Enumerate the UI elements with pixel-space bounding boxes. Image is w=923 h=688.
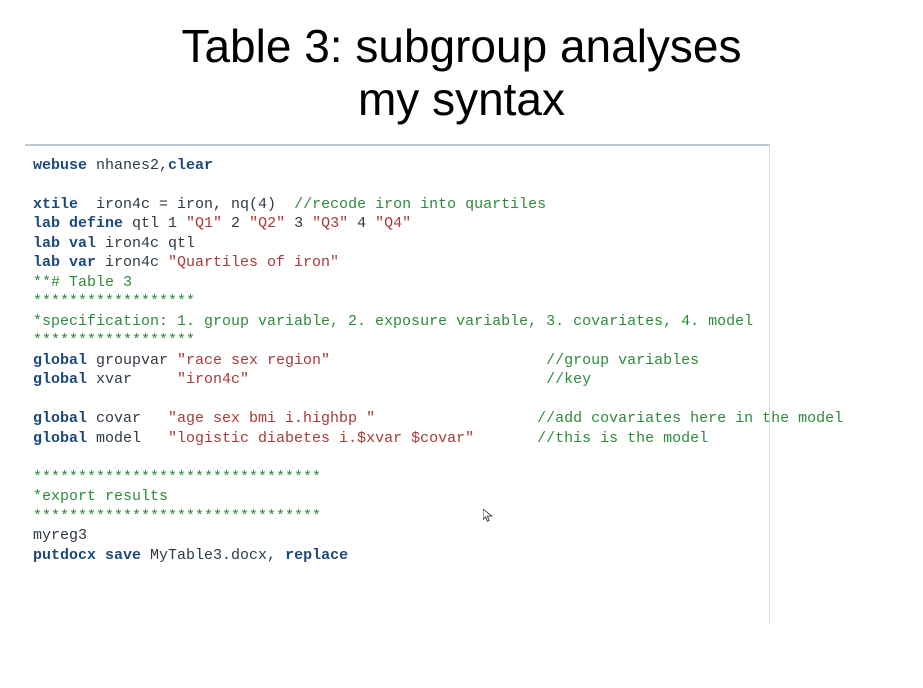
code-line-9: ****************** (33, 332, 195, 349)
code-line-4: lab val iron4c qtl (33, 235, 195, 252)
code-line-16: ******************************** (33, 508, 321, 525)
code-line-3: lab define qtl 1 "Q1" 2 "Q2" 3 "Q3" 4 "Q… (33, 215, 411, 232)
slide-title: Table 3: subgroup analyses my syntax (0, 0, 923, 136)
code-line-5: lab var iron4c "Quartiles of iron" (33, 254, 339, 271)
code-line-2: xtile iron4c = iron, nq(4) //recode iron… (33, 196, 546, 213)
code-line-15: *export results (33, 488, 168, 505)
code-editor: webuse nhanes2,clear xtile iron4c = iron… (25, 144, 770, 626)
title-line-1: Table 3: subgroup analyses (181, 20, 741, 72)
code-line-1: webuse nhanes2,clear (33, 157, 213, 174)
code-line-10: global groupvar "race sex region" //grou… (33, 352, 699, 369)
code-line-14: ******************************** (33, 469, 321, 486)
code-line-18: putdocx save MyTable3.docx, replace (33, 547, 348, 564)
code-line-7: ****************** (33, 293, 195, 310)
code-line-6: **# Table 3 (33, 274, 132, 291)
code-line-11: global xvar "iron4c" //key (33, 371, 591, 388)
code-line-13: global model "logistic diabetes i.$xvar … (33, 430, 708, 447)
code-line-12: global covar "age sex bmi i.highbp " //a… (33, 410, 843, 427)
title-line-2: my syntax (358, 73, 565, 125)
code-line-8: *specification: 1. group variable, 2. ex… (33, 313, 753, 330)
code-line-17: myreg3 (33, 527, 87, 544)
